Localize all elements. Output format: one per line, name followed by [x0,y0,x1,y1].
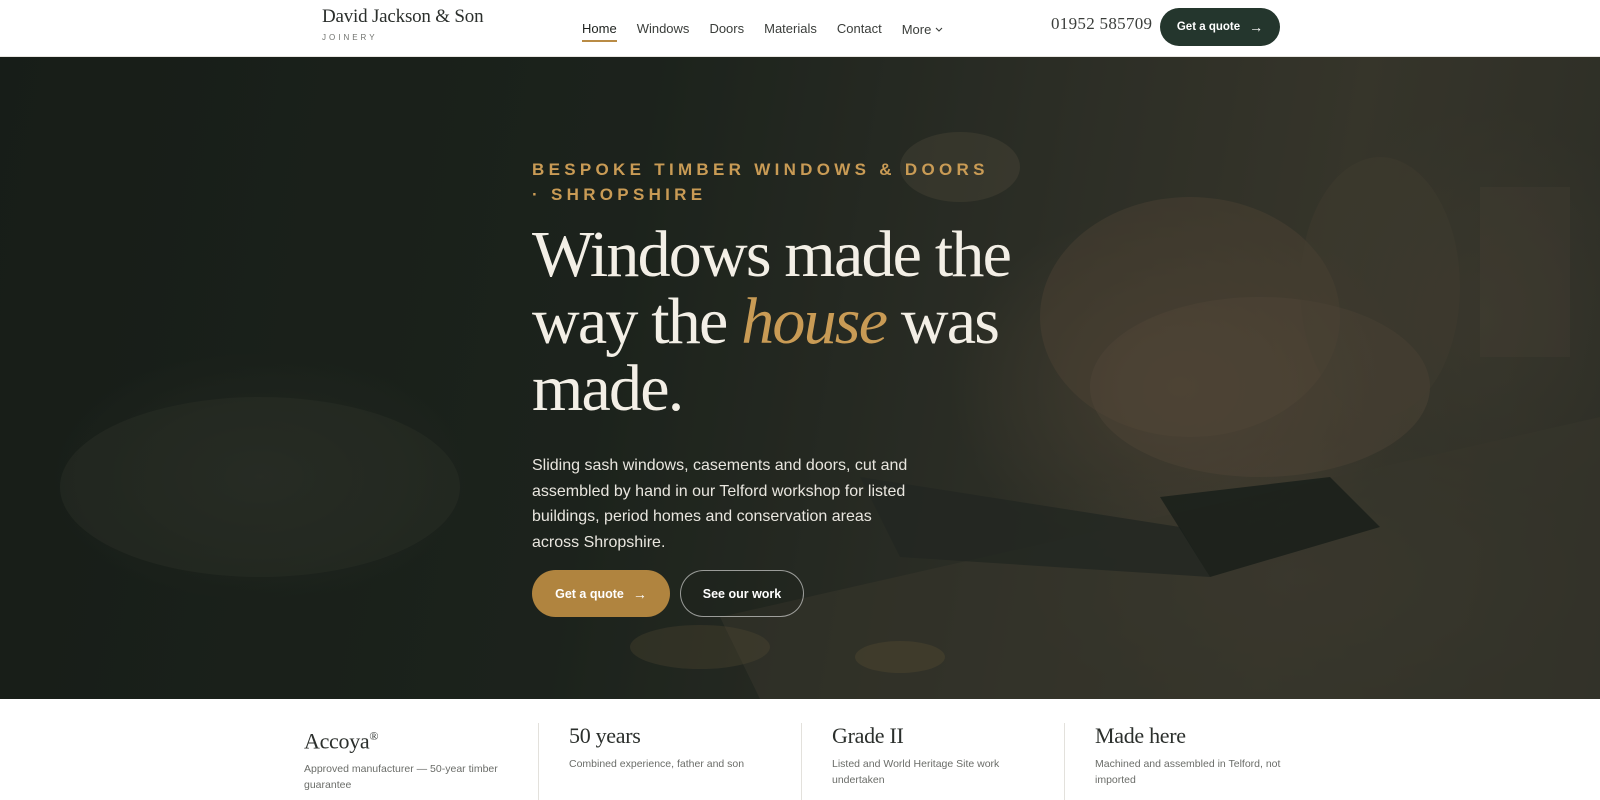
brand-name: David Jackson & Son [322,6,484,27]
hero-eyebrow-line1: BESPOKE TIMBER WINDOWS & DOORS [532,160,989,179]
features-strip: Accoya® Approved manufacturer — 50-year … [0,699,1600,800]
nav-item-doors[interactable]: Doors [709,0,744,57]
feature-title: Accoya® [304,728,379,754]
feature-text: Machined and assembled in Telford, not i… [1095,758,1281,786]
hero-get-quote-button[interactable]: Get a quote → [532,570,670,617]
feature-grade-ii: Grade II Listed and World Heritage Site … [801,723,1063,800]
feature-made-here: Made here Machined and assembled in Telf… [1064,723,1326,800]
nav-item-home[interactable]: Home [582,0,617,57]
hero-eyebrow-line2: · SHROPSHIRE [532,185,707,204]
feature-experience: 50 years Combined experience, father and… [538,723,800,800]
feature-title: 50 years [569,723,641,748]
phone-number[interactable]: 01952 585709 [1051,14,1152,34]
feature-title: Grade II [832,723,904,748]
nav-item-contact[interactable]: Contact [837,0,882,57]
feature-accoya: Accoya® Approved manufacturer — 50-year … [304,723,566,800]
nav-item-windows[interactable]: Windows [637,0,690,57]
headline-line2-start: way the [532,285,742,358]
nav-item-materials[interactable]: Materials [764,0,817,57]
registered-mark: ® [369,729,379,743]
feature-text: Combined experience, father and son [569,758,745,770]
hero-headline: Windows made the way the house was made. [532,221,1052,422]
hero-eyebrow: BESPOKE TIMBER WINDOWS & DOORS · SHROPSH… [532,157,1052,207]
feature-text: Listed and World Heritage Site work unde… [832,758,1000,786]
chevron-down-icon [935,27,943,32]
headline-emphasis: house [741,285,888,358]
nav-item-more[interactable]: More [902,1,945,58]
headline-line3: made. [532,352,684,425]
site-header: David Jackson & Son JOINERY Home Windows… [0,0,1600,57]
see-our-work-button[interactable]: See our work [680,570,804,617]
feature-title: Made here [1095,723,1186,748]
headline-line2-end: was [886,285,1000,358]
header-get-quote-button[interactable]: Get a quote → [1160,8,1280,46]
brand-subtitle: JOINERY [322,33,378,42]
hero-lead-text: Sliding sash windows, casements and door… [532,457,908,551]
feature-text: Approved manufacturer — 50-year timber g… [304,763,498,791]
nav-item-more-label: More [901,21,932,37]
brand-logo[interactable]: David Jackson & Son JOINERY [322,6,484,42]
main-nav: Home Windows Doors Materials Contact Mor… [582,0,964,57]
hero-get-quote-label: Get a quote [555,586,624,601]
headline-line1: Windows made the [532,218,1012,291]
arrow-right-icon: → [1249,19,1264,35]
hero-actions: Get a quote → See our work [532,570,804,617]
arrow-right-icon: → [632,585,647,602]
hero-section: BESPOKE TIMBER WINDOWS & DOORS · SHROPSH… [0,57,1600,699]
hero-content: BESPOKE TIMBER WINDOWS & DOORS · SHROPSH… [532,157,1052,555]
header-get-quote-label: Get a quote [1176,21,1241,33]
